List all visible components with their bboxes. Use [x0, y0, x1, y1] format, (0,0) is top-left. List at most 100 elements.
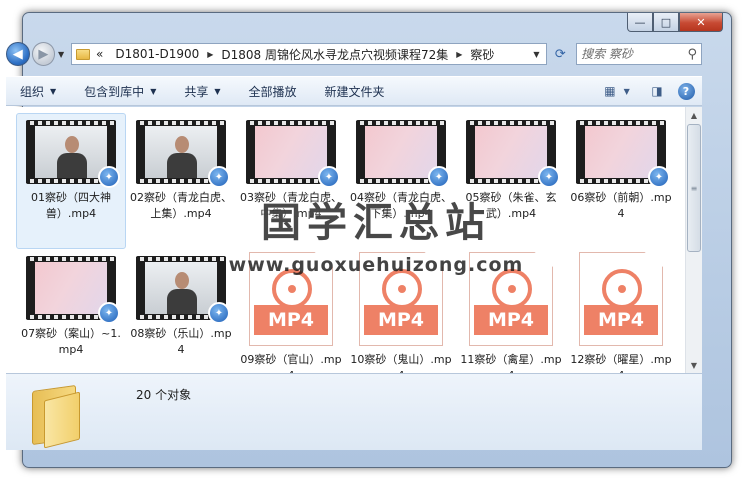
- mp4-file-icon: MP4: [359, 252, 443, 346]
- file-label: 03察砂（青龙白虎、中集）.mp4: [240, 191, 342, 220]
- view-options-button[interactable]: ▦ ▼: [604, 80, 630, 102]
- file-label: 07察砂（案山）~1.mp4: [21, 327, 121, 356]
- preview-pane-button[interactable]: ◨: [644, 80, 670, 102]
- include-library-label: 包含到库中: [84, 84, 145, 99]
- mp4-band: MP4: [584, 305, 658, 335]
- file-item[interactable]: MP4 09察砂（官山）.mp4: [236, 249, 346, 373]
- play-all-button[interactable]: 全部播放: [235, 83, 311, 100]
- file-item[interactable]: MP4 11察砂（禽星）.mp4: [456, 249, 566, 373]
- organize-menu[interactable]: 组织 ▼: [6, 83, 70, 100]
- maximize-button[interactable]: □: [653, 13, 679, 32]
- minimize-button[interactable]: —: [627, 13, 653, 32]
- mp4-band: MP4: [254, 305, 328, 335]
- address-bar[interactable]: « D1801-D1900 ▶ D1808 周锦伦风水寻龙点穴视频课程72集 ▶…: [71, 43, 547, 65]
- mp4-file-icon: MP4: [249, 252, 333, 346]
- caption-buttons: — □ ✕: [627, 13, 723, 33]
- video-frame: [585, 126, 657, 178]
- file-label: 10察砂（鬼山）.mp4: [350, 353, 452, 373]
- file-item[interactable]: ✦ 06察砂（前朝）.mp4: [566, 113, 676, 249]
- include-library-menu[interactable]: 包含到库中 ▼: [70, 83, 170, 100]
- media-player-icon: ✦: [318, 166, 340, 188]
- back-button[interactable]: ◀: [6, 42, 30, 66]
- search-box[interactable]: ⚲: [576, 43, 702, 65]
- folder-icon: [76, 48, 90, 60]
- file-label: 12察砂（曜星）.mp4: [570, 353, 672, 373]
- vertical-scrollbar[interactable]: ▲ ≡ ▼: [685, 107, 702, 373]
- command-bar-right: ▦ ▼ ◨ ?: [604, 80, 702, 102]
- details-pane: 20 个对象: [6, 373, 702, 450]
- mp4-band: MP4: [364, 305, 438, 335]
- share-menu[interactable]: 共享 ▼: [170, 83, 234, 100]
- item-count: 20 个对象: [136, 388, 192, 402]
- media-player-icon: ✦: [648, 166, 670, 188]
- media-player-icon: ✦: [428, 166, 450, 188]
- video-frame: [35, 262, 107, 314]
- file-label: 06察砂（前朝）.mp4: [570, 191, 672, 220]
- help-button[interactable]: ?: [676, 80, 702, 102]
- forward-button[interactable]: ▶: [31, 42, 56, 66]
- video-thumbnail: ✦: [466, 120, 560, 188]
- preview-pane-icon: ◨: [651, 84, 663, 98]
- media-player-icon: ✦: [538, 166, 560, 188]
- breadcrumb-item-d1808[interactable]: D1808 周锦伦风水寻龙点穴视频课程72集: [221, 46, 448, 63]
- video-thumbnail: ✦: [356, 120, 450, 188]
- file-item[interactable]: ✦ 01察砂（四大神兽）.mp4: [16, 113, 126, 249]
- help-icon: ?: [677, 82, 695, 100]
- scrollbar-thumb[interactable]: ≡: [687, 124, 701, 252]
- video-thumbnail: ✦: [136, 120, 230, 188]
- video-thumbnail: ✦: [576, 120, 670, 188]
- file-item[interactable]: MP4 10察砂（鬼山）.mp4: [346, 249, 456, 373]
- file-label: 04察砂（青龙白虎、下集）.mp4: [350, 191, 452, 220]
- chevron-down-icon: ▼: [623, 86, 630, 96]
- close-button[interactable]: ✕: [679, 13, 723, 32]
- file-label: 09察砂（官山）.mp4: [240, 353, 342, 373]
- file-item[interactable]: ✦ 07察砂（案山）~1.mp4: [16, 249, 126, 373]
- breadcrumb-overflow[interactable]: «: [96, 47, 103, 61]
- film-reel-icon: [602, 269, 642, 309]
- video-thumbnail: ✦: [246, 120, 340, 188]
- search-input[interactable]: [581, 47, 688, 61]
- file-item[interactable]: MP4 12察砂（曜星）.mp4: [566, 249, 676, 373]
- video-thumbnail: ✦: [26, 120, 120, 188]
- file-item[interactable]: ✦ 05察砂（朱雀、玄武）.mp4: [456, 113, 566, 249]
- video-thumbnail: ✦: [26, 256, 120, 324]
- video-frame: [255, 126, 327, 178]
- search-icon[interactable]: ⚲: [687, 47, 697, 62]
- view-icon: ▦: [604, 84, 616, 98]
- file-list: ✦ 01察砂（四大神兽）.mp4 ✦ 02察砂（青龙白虎、上集）.mp4 ✦ 03察砂（青…: [6, 107, 702, 373]
- file-item[interactable]: ✦ 04察砂（青龙白虎、下集）.mp4: [346, 113, 456, 249]
- video-thumbnail: ✦: [136, 256, 230, 324]
- recent-pages-dropdown[interactable]: ▼: [55, 50, 67, 59]
- scroll-up-button[interactable]: ▲: [686, 107, 702, 123]
- mp4-file-icon: MP4: [579, 252, 663, 346]
- breadcrumb-item-chasha[interactable]: 察砂: [470, 46, 494, 63]
- film-reel-icon: [492, 269, 532, 309]
- organize-label: 组织: [20, 84, 45, 99]
- file-item[interactable]: ✦ 08察砂（乐山）.mp4: [126, 249, 236, 373]
- file-label: 01察砂（四大神兽）.mp4: [31, 191, 111, 220]
- refresh-button[interactable]: ⟳: [549, 43, 573, 65]
- mp4-band: MP4: [474, 305, 548, 335]
- file-grid: ✦ 01察砂（四大神兽）.mp4 ✦ 02察砂（青龙白虎、上集）.mp4 ✦ 03察砂（青…: [16, 113, 690, 373]
- breadcrumb-item-d1801[interactable]: D1801-D1900: [115, 47, 199, 61]
- chevron-down-icon: ▼: [150, 86, 157, 96]
- file-label: 05察砂（朱雀、玄武）.mp4: [465, 191, 557, 220]
- file-label: 02察砂（青龙白虎、上集）.mp4: [130, 191, 232, 220]
- file-label: 08察砂（乐山）.mp4: [130, 327, 232, 356]
- file-label: 11察砂（禽星）.mp4: [460, 353, 562, 373]
- chevron-down-icon: ▼: [50, 86, 57, 96]
- film-reel-icon: [272, 269, 312, 309]
- breadcrumb-separator[interactable]: ▶: [456, 50, 462, 59]
- media-player-icon: ✦: [98, 166, 120, 188]
- file-item[interactable]: ✦ 03察砂（青龙白虎、中集）.mp4: [236, 113, 346, 249]
- address-dropdown-icon[interactable]: ▼: [533, 50, 539, 59]
- scroll-down-button[interactable]: ▼: [686, 357, 702, 373]
- media-player-icon: ✦: [98, 302, 120, 324]
- file-item[interactable]: ✦ 02察砂（青龙白虎、上集）.mp4: [126, 113, 236, 249]
- new-folder-button[interactable]: 新建文件夹: [311, 83, 399, 100]
- breadcrumb-separator[interactable]: ▶: [207, 50, 213, 59]
- media-player-icon: ✦: [208, 166, 230, 188]
- share-label: 共享: [184, 84, 209, 99]
- video-frame: [35, 126, 107, 178]
- folder-icon: [32, 382, 96, 449]
